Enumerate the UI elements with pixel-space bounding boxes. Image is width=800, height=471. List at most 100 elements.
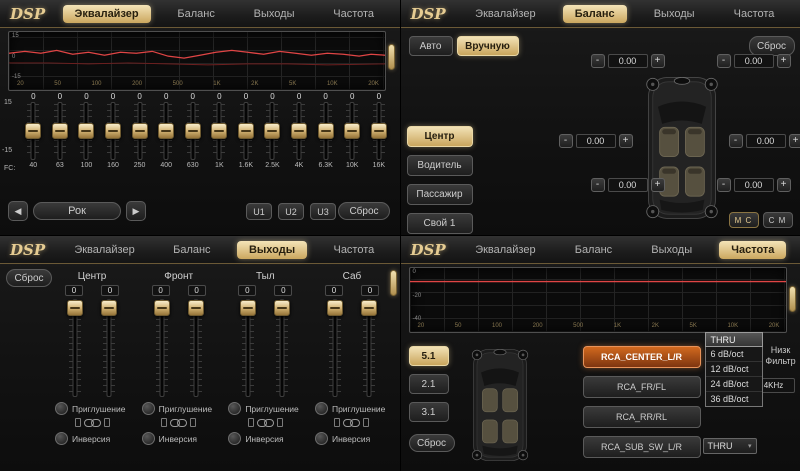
output-slider-handle[interactable] [240,300,256,316]
mute-checkbox[interactable] [315,402,328,415]
plus-button[interactable]: + [789,134,800,148]
band-slider[interactable] [73,102,100,160]
position-button[interactable]: Водитель [407,155,473,176]
band-slider-handle[interactable] [371,123,387,139]
mute-checkbox[interactable] [55,402,68,415]
graph-scroll-handle[interactable] [789,286,796,312]
mute-checkbox[interactable] [142,402,155,415]
slope-option[interactable]: 6 dB/oct [706,347,762,362]
band-slider[interactable] [20,102,47,160]
tab[interactable]: Выходы [237,241,307,259]
tab[interactable]: Выходы [242,5,307,23]
band-slider-handle[interactable] [318,123,334,139]
reset-button[interactable]: Сброс [6,269,52,287]
slope-option[interactable]: 24 dB/oct [706,377,762,392]
band-slider[interactable] [47,102,74,160]
band-slider[interactable] [366,102,393,160]
minus-button[interactable]: - [591,54,605,68]
tab[interactable]: Баланс [563,5,627,23]
position-button[interactable]: Центр [407,126,473,147]
plus-button[interactable]: + [651,178,665,192]
tab[interactable]: Эквалайзер [63,5,151,23]
plus-button[interactable]: + [777,178,791,192]
memory-button[interactable]: U3 [310,203,336,220]
slope-option[interactable]: 12 dB/oct [706,362,762,377]
link-channels-icon[interactable] [343,419,360,427]
output-slider-left[interactable] [240,299,256,397]
output-slider-right[interactable] [188,299,204,397]
link-channels-icon[interactable] [84,419,101,427]
plus-button[interactable]: + [619,134,633,148]
output-slider-left[interactable] [154,299,170,397]
preset-next-button[interactable]: ▶ [126,201,146,221]
band-slider[interactable] [153,102,180,160]
position-button[interactable]: Свой 1 [407,213,473,234]
output-slider-handle[interactable] [274,300,290,316]
tab[interactable]: Эквалайзер [463,241,547,259]
output-slider-left[interactable] [67,299,83,397]
manual-button[interactable]: Вручную [457,36,519,56]
band-slider-handle[interactable] [158,123,174,139]
plus-button[interactable]: + [777,54,791,68]
speaker-mode-button[interactable]: 5.1 [409,346,449,366]
tab[interactable]: Баланс [165,5,226,23]
tab[interactable]: Частота [722,5,787,23]
rca-channel-button[interactable]: RCA_SUB_SW_L/R [583,436,701,458]
output-slider-left[interactable] [327,299,343,397]
rca-channel-button[interactable]: RCA_CENTER_L/R [583,346,701,368]
tab[interactable]: Эквалайзер [62,241,146,259]
band-slider-handle[interactable] [211,123,227,139]
tab[interactable]: Баланс [563,241,624,259]
inversion-checkbox[interactable] [55,432,68,445]
output-slider-handle[interactable] [101,300,117,316]
tab[interactable]: Выходы [639,241,704,259]
output-slider-handle[interactable] [188,300,204,316]
tab[interactable]: Частота [321,5,386,23]
inversion-checkbox[interactable] [142,432,155,445]
tab[interactable]: Баланс [161,241,222,259]
output-slider-right[interactable] [101,299,117,397]
reset-button[interactable]: Сброс [409,434,455,452]
band-slider[interactable] [233,102,260,160]
band-slider-handle[interactable] [132,123,148,139]
band-slider[interactable] [179,102,206,160]
minus-button[interactable]: - [591,178,605,192]
band-slider-handle[interactable] [78,123,94,139]
slope-option[interactable]: 36 dB/oct [706,392,762,406]
rca-channel-button[interactable]: RCA_FR/FL [583,376,701,398]
band-slider-handle[interactable] [52,123,68,139]
band-slider-handle[interactable] [25,123,41,139]
preset-prev-button[interactable]: ◀ [8,201,28,221]
band-slider[interactable] [259,102,286,160]
output-slider-right[interactable] [274,299,290,397]
minus-button[interactable]: - [717,54,731,68]
rca-channel-button[interactable]: RCA_RR/RL [583,406,701,428]
reset-button[interactable]: Сброс [338,202,390,220]
sub-slope-select[interactable]: THRU ▾ [703,438,757,454]
auto-button[interactable]: Авто [409,36,453,56]
tab[interactable]: Эквалайзер [463,5,547,23]
position-button[interactable]: Пассажир [407,184,473,205]
output-slider-handle[interactable] [67,300,83,316]
minus-button[interactable]: - [729,134,743,148]
output-slider-handle[interactable] [327,300,343,316]
mute-checkbox[interactable] [228,402,241,415]
band-slider-handle[interactable] [344,123,360,139]
band-slider[interactable] [339,102,366,160]
band-slider[interactable] [286,102,313,160]
minus-button[interactable]: - [559,134,573,148]
output-slider-handle[interactable] [361,300,377,316]
band-slider[interactable] [126,102,153,160]
tab[interactable]: Частота [719,241,786,259]
band-slider-handle[interactable] [105,123,121,139]
preset-select[interactable]: Рок [33,202,121,220]
band-slider[interactable] [312,102,339,160]
output-slider-right[interactable] [361,299,377,397]
band-slider[interactable] [100,102,127,160]
tab[interactable]: Выходы [642,5,707,23]
band-slider-handle[interactable] [238,123,254,139]
reset-button[interactable]: Сброс [749,36,795,56]
memory-button[interactable]: U1 [246,203,272,220]
band-slider-handle[interactable] [264,123,280,139]
band-slider-handle[interactable] [185,123,201,139]
